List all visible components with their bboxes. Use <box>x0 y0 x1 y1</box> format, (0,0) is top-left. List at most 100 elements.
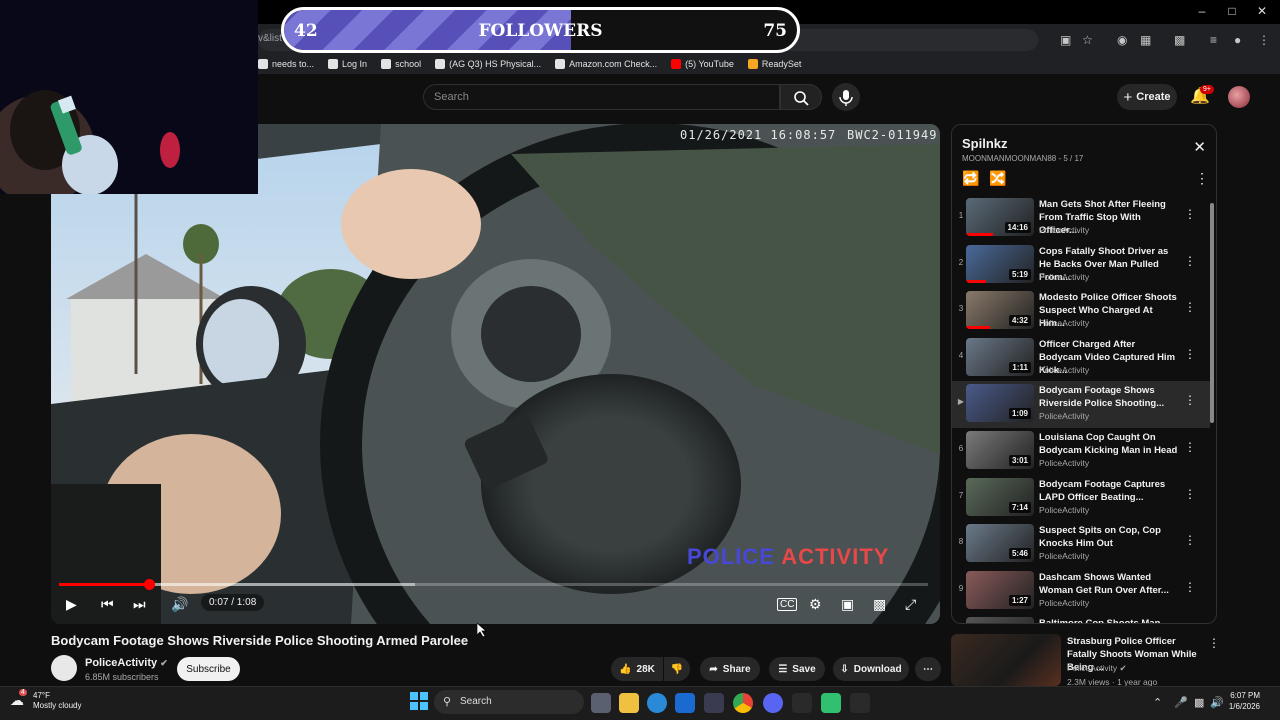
media-icon[interactable]: ≡ <box>1210 33 1217 47</box>
progress-bar[interactable] <box>59 579 928 590</box>
close-icon[interactable]: ✕ <box>1193 138 1206 156</box>
playlist-item-more-icon[interactable]: ⋮ <box>1184 347 1196 361</box>
playlist-scrollbar[interactable] <box>1210 203 1214 423</box>
channel-avatar[interactable] <box>51 655 77 681</box>
playlist-item-more-icon[interactable]: ⋮ <box>1184 207 1196 221</box>
playlist-item-thumbnail[interactable]: 1:09 <box>966 384 1034 423</box>
shuffle-icon[interactable]: 🔀 <box>989 170 1006 187</box>
task-view-icon[interactable] <box>591 693 611 713</box>
playlist-item-thumbnail[interactable]: 14:16 <box>966 198 1034 236</box>
playlist-item-thumbnail[interactable]: 1:11 <box>966 337 1034 376</box>
playlist-title[interactable]: Spilnkz <box>962 136 1008 151</box>
install-app-icon[interactable]: ▣ <box>1060 33 1071 47</box>
bookmark-item[interactable]: Log In <box>328 59 367 69</box>
previous-icon[interactable]: ⏮ <box>101 596 114 613</box>
maximize-icon[interactable]: □ <box>1222 4 1242 18</box>
discord-icon[interactable] <box>763 693 783 713</box>
save-button[interactable]: ☰ Save <box>769 657 825 681</box>
playlist-item[interactable]: 2 5:19 Cops Fatally Shoot Driver as He Bac… <box>952 242 1210 289</box>
playlist-item-thumbnail[interactable] <box>966 617 1034 623</box>
profile-icon[interactable]: ● <box>1234 33 1241 47</box>
playlist-item[interactable]: 8 5:46 Suspect Spits on Cop, Cop Knocks Hi… <box>952 521 1210 568</box>
cast-icon[interactable]: ▩ <box>873 596 886 613</box>
playlist-item-thumbnail[interactable]: 1:27 <box>966 570 1034 609</box>
windows-start-icon[interactable] <box>410 692 428 715</box>
playlist-item-thumbnail[interactable]: 3:01 <box>966 431 1034 469</box>
close-window-icon[interactable]: ✕ <box>1252 4 1272 18</box>
minimize-icon[interactable]: – <box>1192 4 1212 18</box>
store-icon[interactable] <box>704 693 724 713</box>
app-dark-icon[interactable] <box>850 693 870 713</box>
playlist-item-title[interactable]: Bodycam Footage Captures LAPD Officer Be… <box>1039 478 1179 504</box>
playlist-item[interactable]: 3 4:32 Modesto Police Officer Shoots Suspe… <box>952 288 1210 335</box>
taskbar-search[interactable]: ⚲ Search <box>434 690 584 714</box>
playlist-item-more-icon[interactable]: ⋮ <box>1184 440 1196 454</box>
mic-tray-icon[interactable]: 🎤 <box>1174 696 1188 709</box>
fullscreen-icon[interactable]: ⤢ <box>905 596 916 613</box>
extension-icon[interactable]: ◉ <box>1117 33 1127 47</box>
outlook-icon[interactable] <box>675 693 695 713</box>
video-player[interactable]: 01/26/2021 16:08:57 BWC2-011949 POLICE A… <box>51 124 940 624</box>
cast-tab-icon[interactable]: ▩ <box>1174 33 1185 47</box>
create-button[interactable]: + Create <box>1117 84 1177 110</box>
bookmark-item[interactable]: Amazon.com Check... <box>555 59 657 69</box>
miniplayer-icon[interactable]: ▣ <box>841 596 854 613</box>
playlist-item-thumbnail[interactable]: 7:14 <box>966 477 1034 516</box>
settings-gear-icon[interactable]: ⚙ <box>809 596 822 613</box>
app-green-icon[interactable] <box>821 693 841 713</box>
channel-name[interactable]: PoliceActivity ✔ <box>85 657 168 669</box>
bookmark-item[interactable]: ReadySet <box>747 59 801 69</box>
recommended-more-icon[interactable]: ⋮ <box>1208 636 1220 650</box>
epic-games-icon[interactable] <box>792 693 812 713</box>
voice-search-button[interactable] <box>832 83 860 111</box>
playlist-item[interactable]: 1 14:16 Man Gets Shot After Fleeing From T… <box>952 195 1210 242</box>
more-actions-button[interactable]: ⋯ <box>915 657 941 681</box>
next-icon[interactable]: ⏭ <box>133 596 146 613</box>
bookmark-item[interactable]: needs to... <box>258 59 314 69</box>
file-explorer-icon[interactable] <box>619 693 639 713</box>
recommended-channel[interactable]: PoliceActivity ✔ <box>1067 663 1127 674</box>
edge-icon[interactable] <box>647 693 667 713</box>
bookmark-item[interactable]: (5) YouTube <box>671 59 734 69</box>
playlist-item-more-icon[interactable]: ⋮ <box>1184 533 1196 547</box>
playlist-item-title[interactable]: Dashcam Shows Wanted Woman Get Run Over … <box>1039 571 1179 597</box>
playlist-item-more-icon[interactable]: ⋮ <box>1184 487 1196 501</box>
captions-icon[interactable]: CC <box>777 598 798 611</box>
network-icon[interactable]: ▩ <box>1194 696 1204 709</box>
puzzle-icon[interactable]: ▦ <box>1140 33 1151 47</box>
chrome-icon[interactable] <box>733 693 753 713</box>
playlist-item-title[interactable]: Suspect Spits on Cop, Cop Knocks Him Out <box>1039 524 1179 550</box>
loop-icon[interactable]: 🔁 <box>962 170 979 187</box>
dislike-button[interactable]: 👎 <box>664 657 690 681</box>
playlist-item-title[interactable]: Baltimore Cop Shoots Man... <box>1039 617 1179 623</box>
like-button[interactable]: 👍 28K <box>611 657 663 681</box>
bookmark-star-icon[interactable]: ☆ <box>1082 33 1093 47</box>
playlist-item-title[interactable]: Bodycam Footage Shows Riverside Police S… <box>1039 384 1179 410</box>
playlist-item[interactable]: 9 1:27 Dashcam Shows Wanted Woman Get Run … <box>952 568 1210 615</box>
download-button[interactable]: ⇩ Download <box>833 657 909 681</box>
menu-kebab-icon[interactable]: ⋮ <box>1258 33 1270 47</box>
playlist-item[interactable]: 4 1:11 Officer Charged After Bodycam Video… <box>952 335 1210 382</box>
search-input[interactable]: Search <box>423 84 780 110</box>
taskbar-clock[interactable]: 6:07 PM 1/6/2026 <box>1220 690 1260 712</box>
playlist-item[interactable]: 6 3:01 Louisiana Cop Caught On Bodycam Kic… <box>952 428 1210 475</box>
playlist-item-thumbnail[interactable]: 4:32 <box>966 291 1034 330</box>
search-button[interactable] <box>780 84 822 110</box>
playlist-item-more-icon[interactable]: ⋮ <box>1184 300 1196 314</box>
play-icon[interactable]: ▶ <box>66 596 77 613</box>
volume-icon[interactable]: 🔊 <box>171 596 188 613</box>
bookmark-item[interactable]: school <box>381 59 421 69</box>
bookmark-item[interactable]: (AG Q3) HS Physical... <box>435 59 541 69</box>
avatar[interactable] <box>1228 86 1250 108</box>
tray-chevron-icon[interactable]: ⌃ <box>1153 696 1162 709</box>
playlist-item-title[interactable]: Louisiana Cop Caught On Bodycam Kicking … <box>1039 431 1179 457</box>
playlist-item-more-icon[interactable]: ⋮ <box>1184 254 1196 268</box>
playlist-item-thumbnail[interactable]: 5:19 <box>966 244 1034 283</box>
playlist-item-more-icon[interactable]: ⋮ <box>1184 393 1196 407</box>
playlist-item-more-icon[interactable]: ⋮ <box>1184 580 1196 594</box>
weather-widget[interactable]: 47°F Mostly cloudy <box>33 691 81 711</box>
share-button[interactable]: ➦ Share <box>700 657 760 681</box>
playlist-item[interactable]: 10Baltimore Cop Shoots Man...PoliceActiv… <box>952 614 1210 623</box>
playlist-item-thumbnail[interactable]: 5:46 <box>966 524 1034 563</box>
playlist-item[interactable]: ▶ 1:09 Bodycam Footage Shows Riverside Pol… <box>952 381 1210 429</box>
